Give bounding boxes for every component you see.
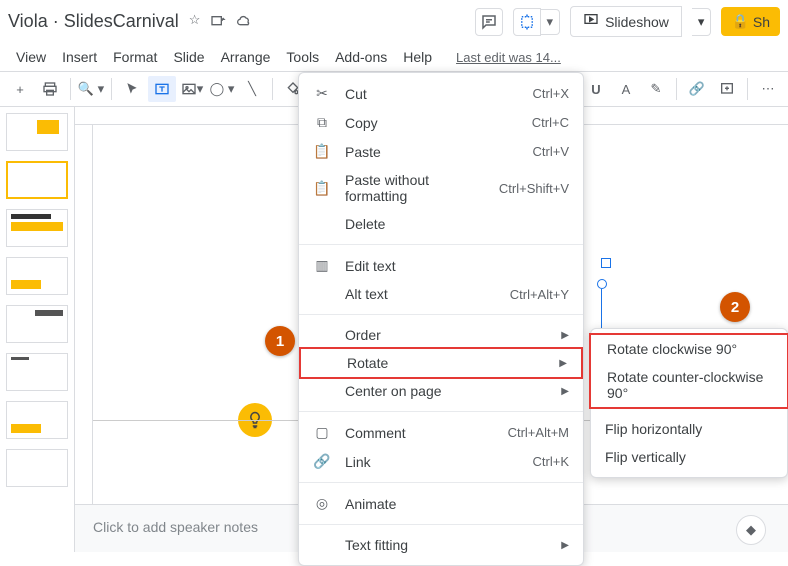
menu-text-fitting[interactable]: Text fitting▶ <box>299 531 583 559</box>
context-menu: ✂CutCtrl+X ⧉CopyCtrl+C 📋PasteCtrl+V 📋Pas… <box>298 72 584 566</box>
share-button[interactable]: 🔒 Sh <box>721 7 780 36</box>
add-comment-button[interactable] <box>713 76 741 102</box>
submenu-rotate-cw[interactable]: Rotate clockwise 90° <box>591 335 787 363</box>
thumbnail-6[interactable] <box>6 353 68 391</box>
cloud-status-icon[interactable] <box>236 12 252 31</box>
slideshow-label: Slideshow <box>605 14 669 30</box>
menu-tools[interactable]: Tools <box>280 45 325 69</box>
select-tool[interactable] <box>118 76 146 102</box>
lightbulb-shape[interactable] <box>238 403 272 437</box>
menu-alt-text[interactable]: Alt textCtrl+Alt+Y <box>299 280 583 308</box>
underline-button[interactable]: U <box>582 76 610 102</box>
thumbnail-2[interactable] <box>6 161 68 199</box>
insert-link-button[interactable]: 🔗 <box>683 76 711 102</box>
play-frame-icon <box>583 12 599 31</box>
chevron-right-icon: ▶ <box>561 386 569 397</box>
line-tool[interactable]: ╲ <box>238 76 266 102</box>
chevron-right-icon: ▶ <box>561 540 569 551</box>
highlight-button[interactable]: ✎ <box>642 76 670 102</box>
menu-paste[interactable]: 📋PasteCtrl+V <box>299 137 583 166</box>
menu-edit-text[interactable]: ▥Edit text <box>299 251 583 280</box>
comment-history-button[interactable] <box>475 8 503 36</box>
menu-link[interactable]: 🔗LinkCtrl+K <box>299 447 583 476</box>
slideshow-button[interactable]: Slideshow <box>570 6 682 37</box>
chevron-right-icon: ▶ <box>559 358 567 369</box>
document-title[interactable]: Viola · SlidesCarnival <box>8 11 179 32</box>
thumbnail-4[interactable] <box>6 257 68 295</box>
paste-plain-icon: 📋 <box>313 180 331 197</box>
menu-order[interactable]: Order▶ <box>299 321 583 349</box>
submenu-flip-horizontal[interactable]: Flip horizontally <box>591 415 787 443</box>
slide-thumbnails <box>0 107 75 552</box>
menu-copy[interactable]: ⧉CopyCtrl+C <box>299 108 583 137</box>
image-tool[interactable]: ▾ <box>178 76 206 102</box>
annotation-step-2: 2 <box>720 292 750 322</box>
menu-format[interactable]: Format <box>107 45 163 69</box>
animate-icon: ◎ <box>313 495 331 512</box>
present-dropdown[interactable]: ▾ <box>513 8 561 36</box>
menu-delete[interactable]: Delete <box>299 210 583 238</box>
thumbnail-5[interactable] <box>6 305 68 343</box>
menu-center-on-page[interactable]: Center on page▶ <box>299 377 583 405</box>
submenu-rotate-ccw[interactable]: Rotate counter-clockwise 90° <box>591 363 787 407</box>
explore-button[interactable]: ◆ <box>736 515 766 545</box>
zoom-button[interactable]: 🔍 ▾ <box>77 76 105 102</box>
edit-text-icon: ▥ <box>313 257 331 274</box>
lock-icon: 🔒 <box>731 13 748 30</box>
menu-view[interactable]: View <box>10 45 52 69</box>
move-icon[interactable] <box>210 12 226 31</box>
cut-icon: ✂ <box>313 85 331 102</box>
thumbnail-1[interactable] <box>6 113 68 151</box>
menu-arrange[interactable]: Arrange <box>215 45 277 69</box>
slideshow-dropdown[interactable]: ▾ <box>692 8 712 36</box>
star-icon[interactable]: ☆ <box>189 12 201 31</box>
rotate-submenu: Rotate clockwise 90° Rotate counter-cloc… <box>590 328 788 478</box>
text-color-button[interactable]: A <box>612 76 640 102</box>
comment-icon: ▢ <box>313 424 331 441</box>
thumbnail-3[interactable] <box>6 209 68 247</box>
new-slide-button[interactable]: + <box>6 76 34 102</box>
chevron-right-icon: ▶ <box>561 330 569 341</box>
menu-addons[interactable]: Add-ons <box>329 45 393 69</box>
menu-comment[interactable]: ▢CommentCtrl+Alt+M <box>299 418 583 447</box>
vertical-ruler <box>75 125 93 504</box>
last-edit-link[interactable]: Last edit was 14... <box>450 46 567 69</box>
menu-insert[interactable]: Insert <box>56 45 103 69</box>
menu-rotate[interactable]: Rotate▶ <box>301 349 581 377</box>
thumbnail-8[interactable] <box>6 449 68 487</box>
paste-icon: 📋 <box>313 143 331 160</box>
menu-help[interactable]: Help <box>397 45 438 69</box>
annotation-step-1: 1 <box>265 326 295 356</box>
shape-tool[interactable]: ◯ ▾ <box>208 76 236 102</box>
textbox-tool[interactable] <box>148 76 176 102</box>
menu-cut[interactable]: ✂CutCtrl+X <box>299 79 583 108</box>
menu-animate[interactable]: ◎Animate <box>299 489 583 518</box>
menu-paste-without-formatting[interactable]: 📋Paste without formattingCtrl+Shift+V <box>299 166 583 210</box>
chevron-down-icon[interactable]: ▾ <box>541 9 561 35</box>
selection-handle[interactable] <box>601 258 611 268</box>
copy-icon: ⧉ <box>313 114 331 131</box>
rotation-handle[interactable] <box>597 279 607 289</box>
more-button[interactable]: ⋯ <box>754 76 782 102</box>
print-button[interactable] <box>36 76 64 102</box>
menu-slide[interactable]: Slide <box>167 45 210 69</box>
link-icon: 🔗 <box>313 453 331 470</box>
submenu-flip-vertical[interactable]: Flip vertically <box>591 443 787 471</box>
thumbnail-7[interactable] <box>6 401 68 439</box>
